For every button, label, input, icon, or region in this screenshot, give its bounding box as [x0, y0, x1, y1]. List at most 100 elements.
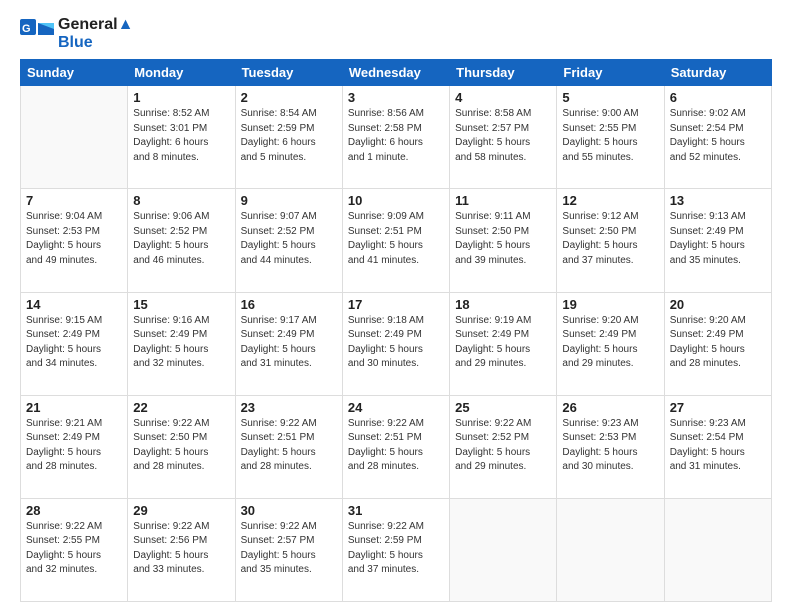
calendar-header-cell: Monday [128, 60, 235, 86]
day-info: Sunrise: 9:06 AM Sunset: 2:52 PM Dayligh… [133, 210, 229, 268]
day-info: Sunrise: 9:12 AM Sunset: 2:50 PM Dayligh… [562, 210, 658, 268]
calendar-day-cell: 26 Sunrise: 9:23 AM Sunset: 2:53 PM Dayli… [557, 395, 664, 498]
calendar-day-cell: 7 Sunrise: 9:04 AM Sunset: 2:53 PM Daylig… [21, 189, 128, 292]
day-number: 16 [241, 297, 337, 312]
calendar-week-row: 28 Sunrise: 9:22 AM Sunset: 2:55 PM Dayli… [21, 498, 772, 601]
calendar-header-cell: Thursday [450, 60, 557, 86]
calendar-header-cell: Friday [557, 60, 664, 86]
day-info: Sunrise: 9:21 AM Sunset: 2:49 PM Dayligh… [26, 417, 122, 475]
day-info: Sunrise: 9:22 AM Sunset: 2:55 PM Dayligh… [26, 520, 122, 578]
day-info: Sunrise: 8:52 AM Sunset: 3:01 PM Dayligh… [133, 107, 229, 165]
day-number: 24 [348, 400, 444, 415]
day-info: Sunrise: 8:56 AM Sunset: 2:58 PM Dayligh… [348, 107, 444, 165]
calendar-header-cell: Wednesday [342, 60, 449, 86]
day-number: 9 [241, 193, 337, 208]
day-info: Sunrise: 9:04 AM Sunset: 2:53 PM Dayligh… [26, 210, 122, 268]
calendar-day-cell [450, 498, 557, 601]
day-info: Sunrise: 9:15 AM Sunset: 2:49 PM Dayligh… [26, 314, 122, 372]
day-info: Sunrise: 9:19 AM Sunset: 2:49 PM Dayligh… [455, 314, 551, 372]
calendar-day-cell: 23 Sunrise: 9:22 AM Sunset: 2:51 PM Dayli… [235, 395, 342, 498]
day-number: 1 [133, 90, 229, 105]
calendar-day-cell: 8Sunrise: 9:06 AM Sunset: 2:52 PM Daylig… [128, 189, 235, 292]
day-info: Sunrise: 8:58 AM Sunset: 2:57 PM Dayligh… [455, 107, 551, 165]
calendar-day-cell: 30 Sunrise: 9:22 AM Sunset: 2:57 PM Dayli… [235, 498, 342, 601]
calendar-day-cell: 1 Sunrise: 8:52 AM Sunset: 3:01 PM Daylig… [128, 86, 235, 189]
day-number: 14 [26, 297, 122, 312]
svg-text:G: G [22, 23, 31, 35]
day-number: 10 [348, 193, 444, 208]
calendar-day-cell [557, 498, 664, 601]
calendar-body: 1 Sunrise: 8:52 AM Sunset: 3:01 PM Daylig… [21, 86, 772, 602]
day-info: Sunrise: 9:22 AM Sunset: 2:50 PM Dayligh… [133, 417, 229, 475]
calendar-day-cell: 18 Sunrise: 9:19 AM Sunset: 2:49 PM Dayli… [450, 292, 557, 395]
day-number: 20 [670, 297, 766, 312]
day-info: Sunrise: 9:11 AM Sunset: 2:50 PM Dayligh… [455, 210, 551, 268]
calendar-day-cell: 5Sunrise: 9:00 AM Sunset: 2:55 PM Daylig… [557, 86, 664, 189]
day-info: Sunrise: 9:07 AM Sunset: 2:52 PM Dayligh… [241, 210, 337, 268]
calendar-week-row: 7 Sunrise: 9:04 AM Sunset: 2:53 PM Daylig… [21, 189, 772, 292]
day-info: Sunrise: 9:13 AM Sunset: 2:49 PM Dayligh… [670, 210, 766, 268]
day-number: 2 [241, 90, 337, 105]
day-number: 25 [455, 400, 551, 415]
day-info: Sunrise: 9:23 AM Sunset: 2:54 PM Dayligh… [670, 417, 766, 475]
calendar-day-cell [664, 498, 771, 601]
calendar-day-cell: 16Sunrise: 9:17 AM Sunset: 2:49 PM Dayli… [235, 292, 342, 395]
day-number: 15 [133, 297, 229, 312]
calendar-day-cell: 17 Sunrise: 9:18 AM Sunset: 2:49 PM Dayli… [342, 292, 449, 395]
calendar-day-cell: 6 Sunrise: 9:02 AM Sunset: 2:54 PM Daylig… [664, 86, 771, 189]
calendar-week-row: 1 Sunrise: 8:52 AM Sunset: 3:01 PM Daylig… [21, 86, 772, 189]
day-number: 19 [562, 297, 658, 312]
logo-icon: G [20, 19, 56, 49]
logo-text-line2: Blue [58, 34, 133, 52]
calendar-day-cell: 31 Sunrise: 9:22 AM Sunset: 2:59 PM Dayli… [342, 498, 449, 601]
day-number: 3 [348, 90, 444, 105]
calendar-day-cell: 15 Sunrise: 9:16 AM Sunset: 2:49 PM Dayli… [128, 292, 235, 395]
day-number: 7 [26, 193, 122, 208]
calendar-day-cell: 10 Sunrise: 9:09 AM Sunset: 2:51 PM Dayli… [342, 189, 449, 292]
day-info: Sunrise: 9:22 AM Sunset: 2:56 PM Dayligh… [133, 520, 229, 578]
day-number: 21 [26, 400, 122, 415]
page: G General▲ Blue SundayMondayTuesdayWedne… [0, 0, 792, 612]
calendar-day-cell: 12 Sunrise: 9:12 AM Sunset: 2:50 PM Dayli… [557, 189, 664, 292]
day-info: Sunrise: 9:02 AM Sunset: 2:54 PM Dayligh… [670, 107, 766, 165]
day-info: Sunrise: 9:16 AM Sunset: 2:49 PM Dayligh… [133, 314, 229, 372]
day-number: 12 [562, 193, 658, 208]
day-number: 28 [26, 503, 122, 518]
calendar-day-cell: 29Sunrise: 9:22 AM Sunset: 2:56 PM Dayli… [128, 498, 235, 601]
day-info: Sunrise: 9:22 AM Sunset: 2:59 PM Dayligh… [348, 520, 444, 578]
day-number: 30 [241, 503, 337, 518]
calendar-day-cell: 25 Sunrise: 9:22 AM Sunset: 2:52 PM Dayli… [450, 395, 557, 498]
calendar-day-cell: 27 Sunrise: 9:23 AM Sunset: 2:54 PM Dayli… [664, 395, 771, 498]
day-info: Sunrise: 9:22 AM Sunset: 2:51 PM Dayligh… [241, 417, 337, 475]
day-number: 18 [455, 297, 551, 312]
day-number: 5 [562, 90, 658, 105]
day-info: Sunrise: 9:22 AM Sunset: 2:57 PM Dayligh… [241, 520, 337, 578]
day-number: 26 [562, 400, 658, 415]
day-info: Sunrise: 9:09 AM Sunset: 2:51 PM Dayligh… [348, 210, 444, 268]
day-info: Sunrise: 8:54 AM Sunset: 2:59 PM Dayligh… [241, 107, 337, 165]
calendar-day-cell: 19 Sunrise: 9:20 AM Sunset: 2:49 PM Dayli… [557, 292, 664, 395]
calendar-day-cell: 13 Sunrise: 9:13 AM Sunset: 2:49 PM Dayli… [664, 189, 771, 292]
day-number: 27 [670, 400, 766, 415]
calendar-header-cell: Tuesday [235, 60, 342, 86]
calendar-week-row: 14 Sunrise: 9:15 AM Sunset: 2:49 PM Dayli… [21, 292, 772, 395]
day-info: Sunrise: 9:22 AM Sunset: 2:52 PM Dayligh… [455, 417, 551, 475]
day-number: 4 [455, 90, 551, 105]
calendar-day-cell: 11Sunrise: 9:11 AM Sunset: 2:50 PM Dayli… [450, 189, 557, 292]
calendar-day-cell: 24Sunrise: 9:22 AM Sunset: 2:51 PM Dayli… [342, 395, 449, 498]
day-number: 31 [348, 503, 444, 518]
calendar-day-cell: 20Sunrise: 9:20 AM Sunset: 2:49 PM Dayli… [664, 292, 771, 395]
calendar-day-cell: 22 Sunrise: 9:22 AM Sunset: 2:50 PM Dayli… [128, 395, 235, 498]
day-number: 13 [670, 193, 766, 208]
day-number: 6 [670, 90, 766, 105]
day-number: 23 [241, 400, 337, 415]
day-info: Sunrise: 9:18 AM Sunset: 2:49 PM Dayligh… [348, 314, 444, 372]
logo: G General▲ Blue [20, 16, 133, 51]
day-info: Sunrise: 9:23 AM Sunset: 2:53 PM Dayligh… [562, 417, 658, 475]
day-number: 22 [133, 400, 229, 415]
day-info: Sunrise: 9:20 AM Sunset: 2:49 PM Dayligh… [562, 314, 658, 372]
calendar-day-cell: 28 Sunrise: 9:22 AM Sunset: 2:55 PM Dayli… [21, 498, 128, 601]
day-number: 17 [348, 297, 444, 312]
calendar-week-row: 21 Sunrise: 9:21 AM Sunset: 2:49 PM Dayli… [21, 395, 772, 498]
header: G General▲ Blue [20, 16, 772, 51]
